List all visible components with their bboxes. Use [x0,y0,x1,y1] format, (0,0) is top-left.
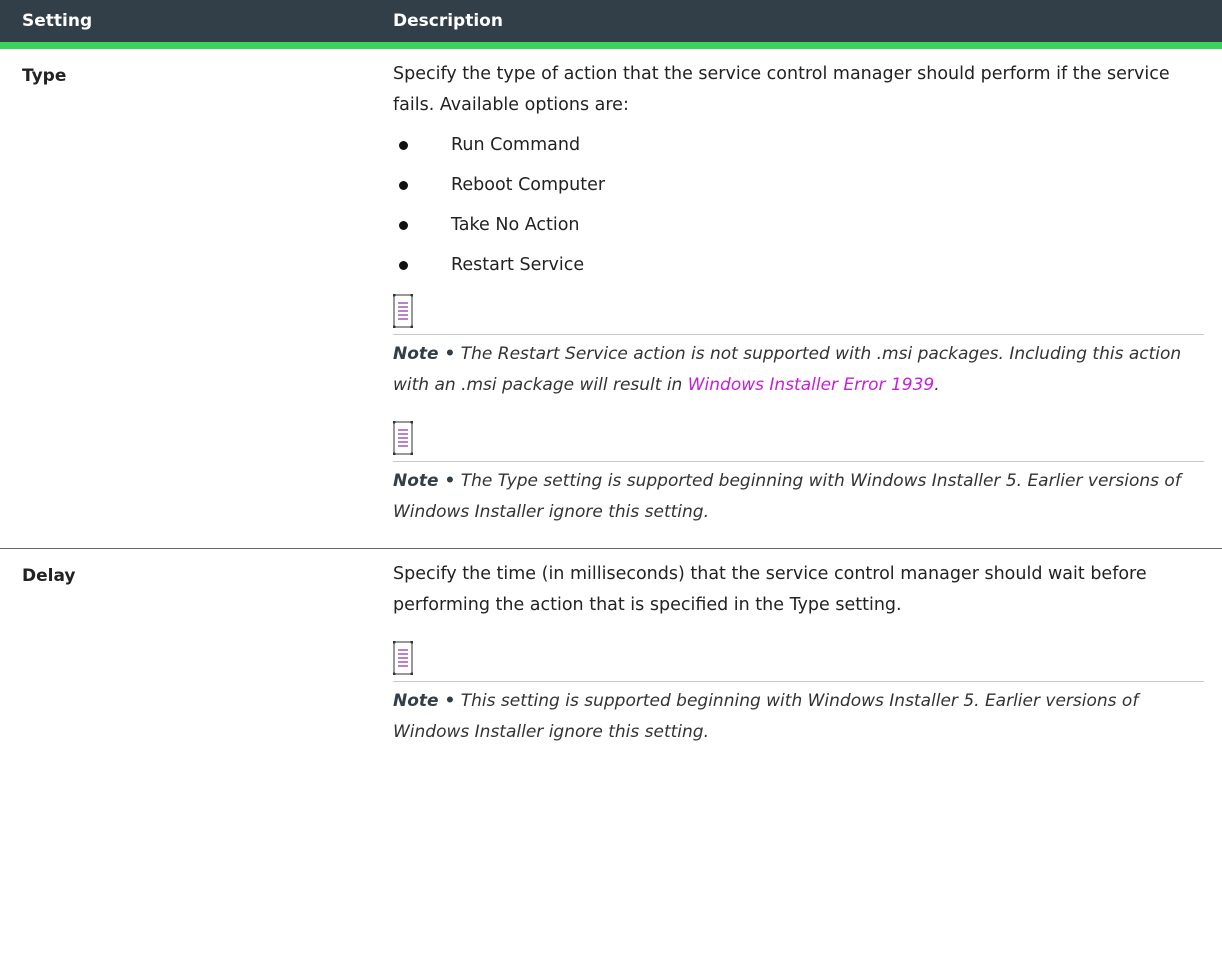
list-item: Take No Action [393,210,1204,250]
description-cell-type: Specify the type of action that the serv… [393,45,1222,549]
header-setting: Setting [0,0,393,49]
description-text: Specify the time (in milliseconds) that … [393,564,1147,615]
note-delay-setting: Note • This setting is supported beginni… [393,681,1204,748]
note-icon [393,641,413,675]
note-text: The Type setting is supported beginning … [393,471,1181,522]
table-header-row: Setting Description [0,0,1222,49]
setting-name-type: Type [0,45,393,549]
note-text-end: . [934,375,940,395]
note-label: Note • [393,471,456,491]
setting-name-delay: Delay [22,566,76,586]
list-item: Run Command [393,130,1204,170]
bullet-icon [399,261,408,270]
note-text: This setting is supported beginning with… [393,691,1139,742]
bullet-icon [399,221,408,230]
option-label: Take No Action [451,215,580,235]
option-label: Restart Service [451,255,585,275]
note-label: Note • [393,344,456,364]
options-list: Run Command Reboot Computer Take No Acti… [393,130,1204,290]
note-icon [393,294,413,328]
list-item: Restart Service [393,250,1204,290]
table-row-type: Type Specify the type of action that the… [0,45,1222,549]
windows-installer-error-link[interactable]: Windows Installer Error 1939 [688,375,934,395]
option-label: Run Command [451,135,581,155]
settings-table: Setting Description Type Specify the typ… [0,0,1222,748]
note-restart-service: Note • The Restart Service action is not… [393,334,1204,401]
bullet-icon [399,141,408,150]
note-label: Note • [393,691,456,711]
option-label: Reboot Computer [451,175,606,195]
description-cell-delay: Specify the time (in milliseconds) that … [393,549,1222,749]
header-description: Description [393,0,1222,49]
description-text: Specify the type of action that the serv… [393,64,1170,115]
bullet-icon [399,181,408,190]
note-icon [393,421,413,455]
table-row-delay: Delay Specify the time (in milliseconds)… [0,549,1222,749]
note-type-setting: Note • The Type setting is supported beg… [393,461,1204,528]
list-item: Reboot Computer [393,170,1204,210]
